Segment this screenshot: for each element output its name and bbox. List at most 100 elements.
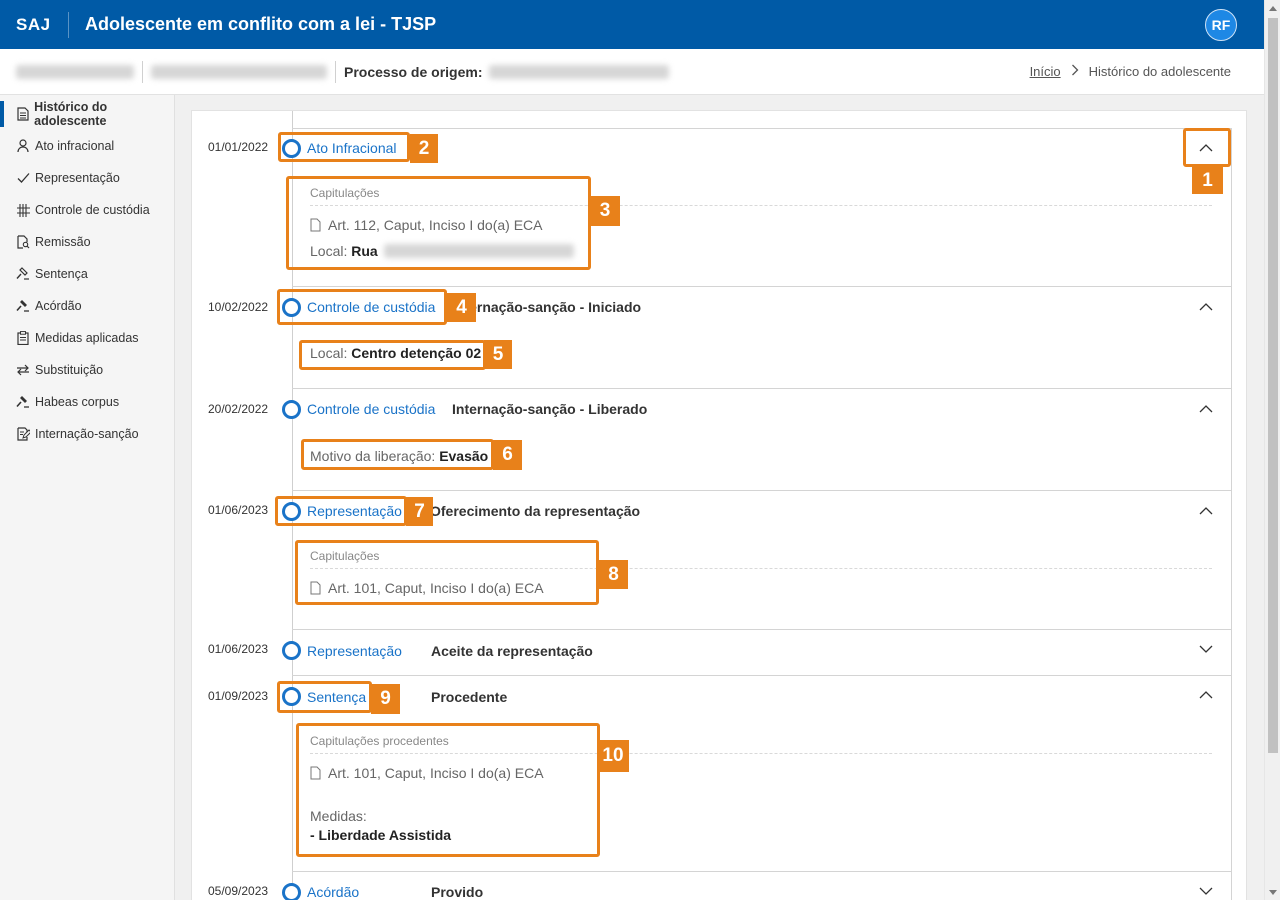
event-type-link[interactable]: Controle de custódia <box>307 299 435 315</box>
gavel-filled-icon <box>16 299 30 313</box>
local-row: Local: Rua <box>310 243 1212 259</box>
sidebar-item-sentenca[interactable]: Sentença <box>0 258 174 290</box>
capitulacoes-label: Capitulações <box>310 186 380 200</box>
event-details: Capitulações Art. 101, Caput, Inciso I d… <box>310 549 1212 596</box>
chevron-up-icon <box>1199 691 1213 699</box>
breadcrumb-home-link[interactable]: Início <box>1030 64 1061 79</box>
app-title: Adolescente em conflito com a lei - TJSP <box>85 14 437 34</box>
sidebar-item-representacao[interactable]: Representação <box>0 162 174 194</box>
subheader-divider <box>142 60 143 83</box>
sidebar-nav: Histórico do adolescente Ato infracional… <box>0 95 175 900</box>
collapse-toggle[interactable] <box>1192 134 1220 162</box>
sidebar-item-label: Remissão <box>35 235 91 249</box>
sidebar-item-label: Controle de custódia <box>35 203 150 217</box>
check-icon <box>16 171 30 185</box>
sidebar-item-label: Internação-sanção <box>35 427 139 441</box>
event-border <box>1231 871 1232 900</box>
sidebar-item-acordao[interactable]: Acórdão <box>0 290 174 322</box>
local-label: Local: <box>310 345 348 361</box>
collapse-toggle[interactable] <box>1192 293 1220 321</box>
timeline-dot <box>282 502 301 521</box>
event-date: 20/02/2022 <box>208 402 269 416</box>
article-row: Art. 112, Caput, Inciso I do(a) ECA <box>310 217 1212 233</box>
sidebar-item-habeas-corpus[interactable]: Habeas corpus <box>0 386 174 418</box>
capitulacoes-procedentes-label: Capitulações procedentes <box>310 734 449 748</box>
timeline-dot <box>282 883 301 900</box>
motivo-value: Evasão <box>439 448 489 464</box>
event-date: 01/06/2023 <box>208 642 269 656</box>
event-type-link[interactable]: Ato Infracional <box>307 140 397 156</box>
event-divider <box>292 629 1232 630</box>
origin-process-label: Processo de origem: <box>344 63 483 80</box>
expand-toggle[interactable] <box>1192 877 1220 900</box>
event-description: Provido <box>431 884 484 900</box>
timeline-dot <box>282 641 301 660</box>
brand-logo[interactable]: SAJ <box>0 15 68 35</box>
callout-badge-3: 3 <box>590 196 620 226</box>
sidebar-item-label: Substituição <box>35 363 104 377</box>
event-divider <box>292 675 1232 676</box>
event-type-link[interactable]: Acórdão <box>307 884 359 900</box>
collapse-toggle[interactable] <box>1192 497 1220 525</box>
scroll-up-arrow-icon[interactable] <box>1265 0 1280 16</box>
local-value: Rua <box>351 243 378 259</box>
callout-badge-8: 8 <box>599 560 628 589</box>
sidebar-item-controle-custodia[interactable]: Controle de custódia <box>0 194 174 226</box>
sidebar-item-label: Ato infracional <box>35 139 115 153</box>
motivo-label: Motivo da liberação: <box>310 448 436 464</box>
user-avatar[interactable]: RF <box>1205 9 1237 41</box>
event-description: Oferecimento da representação <box>430 503 641 519</box>
clipboard-icon <box>16 331 30 345</box>
event-divider <box>292 490 1232 491</box>
document-search-icon <box>16 235 30 249</box>
sidebar-item-ato-infracional[interactable]: Ato infracional <box>0 130 174 162</box>
local-value: Centro detenção 02 <box>351 345 482 361</box>
event-divider <box>292 286 1232 287</box>
timeline-dot <box>282 400 301 419</box>
expand-toggle[interactable] <box>1192 635 1220 663</box>
event-divider <box>292 128 1232 129</box>
callout-badge-10: 10 <box>597 740 629 772</box>
timeline-dot <box>282 687 301 706</box>
motivo-row: Motivo da liberação: Evasão <box>310 448 488 464</box>
event-border <box>1231 128 1232 286</box>
event-type-link[interactable]: Controle de custódia <box>307 401 435 417</box>
sidebar-item-label: Representação <box>35 171 120 185</box>
event-description: Aceite da representação <box>431 643 593 659</box>
local-row: Local: Centro detenção 02 <box>310 345 481 361</box>
file-icon <box>310 581 321 595</box>
article-text: Art. 112, Caput, Inciso I do(a) ECA <box>328 217 543 233</box>
person-icon <box>16 139 30 153</box>
event-type-link[interactable]: Representação <box>307 643 402 659</box>
local-label: Local: <box>310 243 348 259</box>
event-border <box>1231 286 1232 388</box>
sidebar-item-historico[interactable]: Histórico do adolescente <box>0 98 174 130</box>
event-date: 01/09/2023 <box>208 689 269 703</box>
sidebar-item-label: Habeas corpus <box>35 395 120 409</box>
sidebar-item-substituicao[interactable]: Substituição <box>0 354 174 386</box>
sidebar-item-medidas-aplicadas[interactable]: Medidas aplicadas <box>0 322 174 354</box>
timeline-event: 10/02/2022 Controle de custódia Internaç… <box>192 286 1232 388</box>
event-description: Procedente <box>431 689 508 705</box>
article-text: Art. 101, Caput, Inciso I do(a) ECA <box>328 580 544 596</box>
gavel-icon <box>16 267 30 281</box>
collapse-toggle[interactable] <box>1192 395 1220 423</box>
scroll-down-arrow-icon[interactable] <box>1265 884 1280 900</box>
event-type-link[interactable]: Sentença <box>307 689 366 705</box>
event-type-link[interactable]: Representação <box>307 503 402 519</box>
vertical-scrollbar[interactable] <box>1264 0 1280 900</box>
medidas-row: - Liberdade Assistida <box>310 827 1212 843</box>
chevron-down-icon <box>1199 887 1213 895</box>
chevron-up-icon <box>1199 507 1213 515</box>
sidebar-item-internacao-sancao[interactable]: Internação-sanção <box>0 418 174 450</box>
collapse-toggle[interactable] <box>1192 681 1220 709</box>
redacted-process-number <box>16 64 134 79</box>
scrollbar-thumb[interactable] <box>1268 18 1278 753</box>
details-divider <box>310 568 1212 569</box>
event-border <box>1231 388 1232 490</box>
details-divider <box>310 205 1212 206</box>
callout-badge-7: 7 <box>406 497 433 526</box>
sidebar-item-remissao[interactable]: Remissão <box>0 226 174 258</box>
bars-icon <box>16 203 30 217</box>
event-description: Internação-sanção - Liberado <box>452 401 648 417</box>
